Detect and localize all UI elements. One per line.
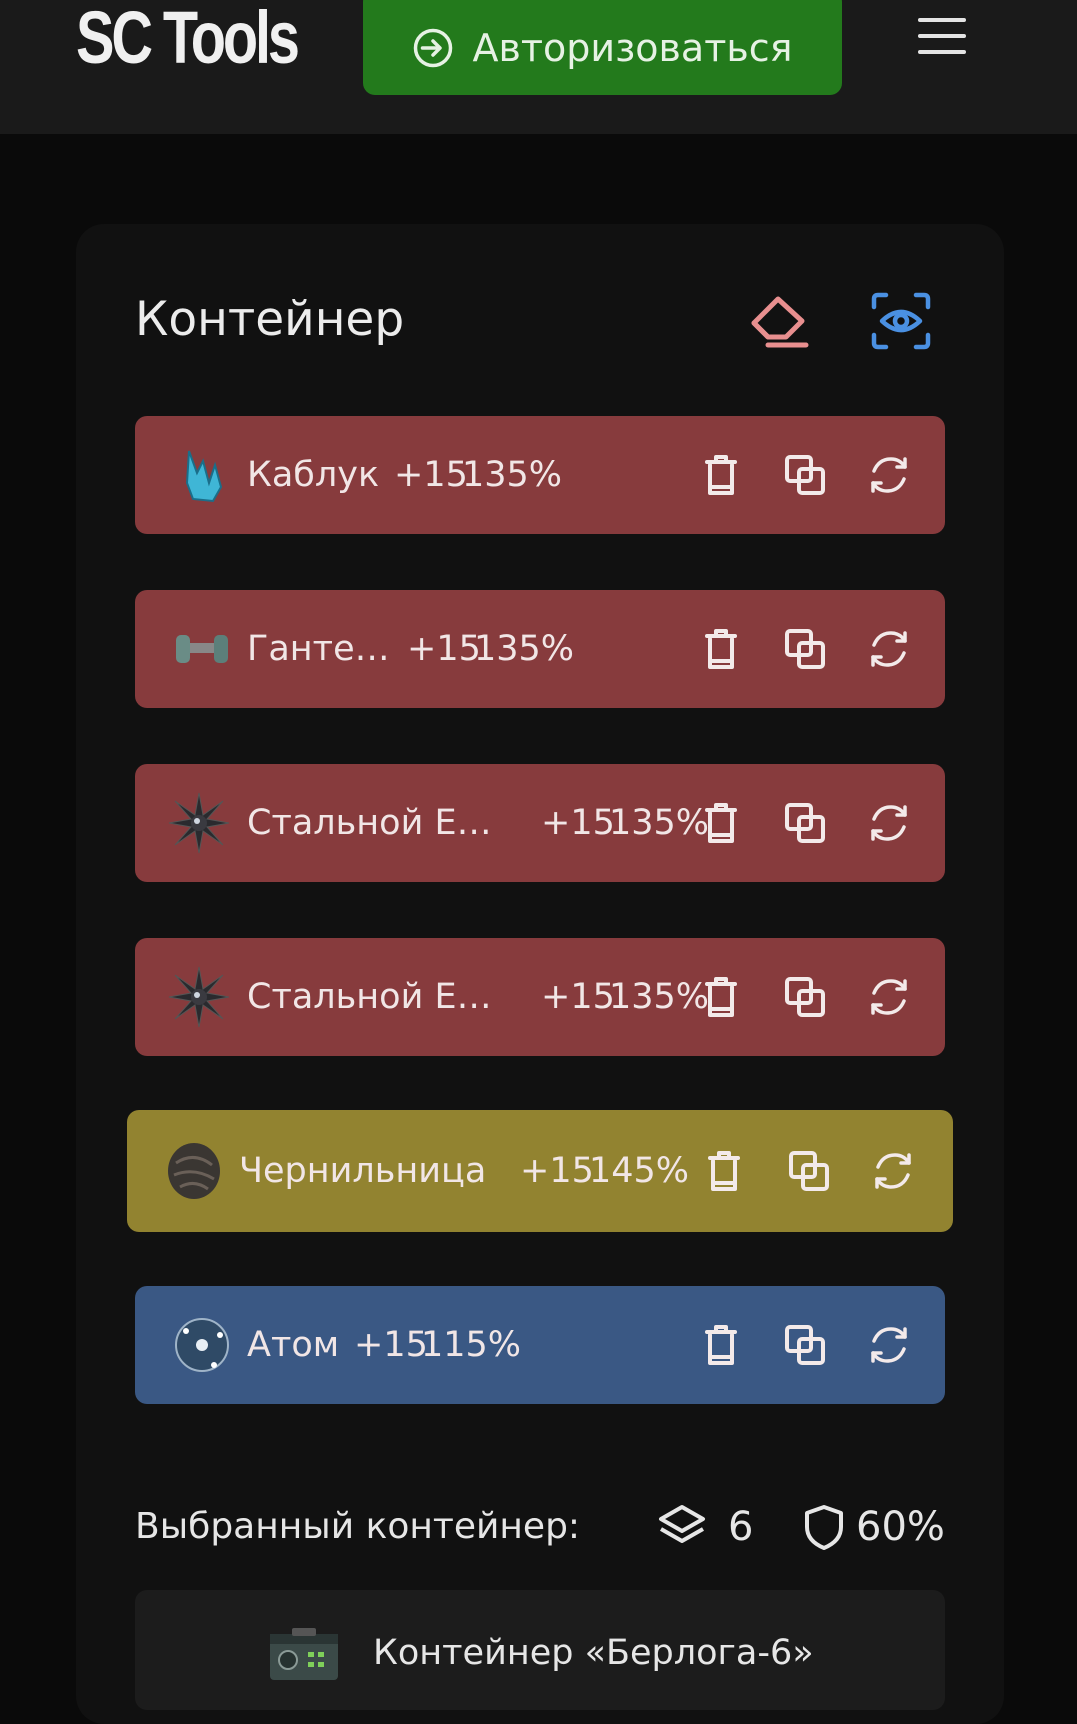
artifact-percent: 115% bbox=[421, 1325, 522, 1365]
artifact-thumbnail bbox=[167, 965, 231, 1029]
artifact-thumbnail bbox=[170, 1313, 234, 1377]
artifact-level: +15 bbox=[541, 803, 615, 843]
copy-icon bbox=[785, 629, 825, 669]
artifact-row[interactable]: Каблук +15 135% bbox=[135, 416, 945, 534]
copy-icon bbox=[785, 803, 825, 843]
artifact-row[interactable]: Атом +15 115% bbox=[135, 1286, 945, 1404]
container-image bbox=[270, 1628, 338, 1680]
artifact-percent: 135% bbox=[474, 629, 575, 669]
artifact-percent: 135% bbox=[609, 977, 710, 1017]
artifact-level: +15 bbox=[407, 629, 481, 669]
trash-icon bbox=[708, 1151, 740, 1191]
refresh-icon bbox=[871, 805, 907, 841]
trash-icon bbox=[705, 977, 737, 1017]
panel-title: Контейнер bbox=[135, 292, 405, 347]
artifact-percent: 135% bbox=[462, 455, 563, 495]
artifact-percent: 135% bbox=[609, 803, 710, 843]
delete-button[interactable] bbox=[699, 453, 743, 497]
replace-button[interactable] bbox=[867, 627, 911, 671]
artifact-level: +15 bbox=[541, 977, 615, 1017]
artifact-row[interactable]: Гантель +15 135% bbox=[135, 590, 945, 708]
replace-button[interactable] bbox=[867, 453, 911, 497]
replace-button[interactable] bbox=[867, 801, 911, 845]
refresh-icon bbox=[871, 979, 907, 1015]
artifact-percent: 145% bbox=[589, 1151, 690, 1191]
duplicate-button[interactable] bbox=[787, 1149, 831, 1193]
duplicate-button[interactable] bbox=[783, 975, 827, 1019]
duplicate-button[interactable] bbox=[783, 627, 827, 671]
replace-button[interactable] bbox=[867, 1323, 911, 1367]
site-logo[interactable]: SC Tools bbox=[76, 0, 300, 76]
duplicate-button[interactable] bbox=[783, 1323, 827, 1367]
duplicate-button[interactable] bbox=[783, 801, 827, 845]
eye-scan-icon bbox=[871, 292, 931, 350]
replace-button[interactable] bbox=[871, 1149, 915, 1193]
login-label: Авторизоваться bbox=[472, 25, 793, 70]
layers-icon bbox=[659, 1505, 705, 1543]
clear-button[interactable] bbox=[748, 291, 812, 351]
artifact-thumbnail bbox=[167, 791, 231, 855]
protection-value: 60% bbox=[856, 1504, 945, 1550]
delete-button[interactable] bbox=[699, 801, 743, 845]
menu-burger-icon[interactable] bbox=[918, 16, 970, 56]
artifact-name: Чернильница bbox=[239, 1151, 487, 1191]
artifact-row[interactable]: Стальной Еж... +15 135% bbox=[135, 764, 945, 882]
artifact-name: Гантель bbox=[247, 629, 397, 669]
login-icon bbox=[414, 28, 453, 67]
copy-icon bbox=[785, 455, 825, 495]
refresh-icon bbox=[875, 1153, 911, 1189]
artifact-thumbnail bbox=[175, 443, 239, 507]
eraser-icon bbox=[751, 296, 809, 348]
artifact-name: Стальной Еж... bbox=[247, 977, 517, 1017]
trash-icon bbox=[705, 455, 737, 495]
artifact-thumbnail bbox=[162, 1139, 226, 1203]
artifact-level: +15 bbox=[394, 455, 468, 495]
artifact-level: +15 bbox=[520, 1151, 594, 1191]
refresh-icon bbox=[871, 457, 907, 493]
slots-count: 6 bbox=[728, 1504, 754, 1550]
selected-container-label: Выбранный контейнер: bbox=[135, 1506, 581, 1547]
trash-icon bbox=[705, 803, 737, 843]
copy-icon bbox=[785, 1325, 825, 1365]
replace-button[interactable] bbox=[867, 975, 911, 1019]
artifact-row[interactable]: Чернильница +15 145% bbox=[127, 1110, 953, 1232]
artifact-row[interactable]: Стальной Еж... +15 135% bbox=[135, 938, 945, 1056]
copy-icon bbox=[785, 977, 825, 1017]
top-header: SC Tools Авторизоваться bbox=[0, 0, 1077, 134]
trash-icon bbox=[705, 629, 737, 669]
trash-icon bbox=[705, 1325, 737, 1365]
duplicate-button[interactable] bbox=[783, 453, 827, 497]
refresh-icon bbox=[871, 631, 907, 667]
refresh-icon bbox=[871, 1327, 907, 1363]
view-button[interactable] bbox=[870, 291, 932, 351]
delete-button[interactable] bbox=[702, 1149, 746, 1193]
copy-icon bbox=[789, 1151, 829, 1191]
delete-button[interactable] bbox=[699, 627, 743, 671]
shield-icon bbox=[805, 1505, 843, 1550]
login-button[interactable]: Авторизоваться bbox=[363, 0, 842, 95]
delete-button[interactable] bbox=[699, 975, 743, 1019]
selected-container-name: Контейнер «Берлога-6» bbox=[373, 1633, 814, 1673]
artifact-level: +15 bbox=[354, 1325, 428, 1365]
delete-button[interactable] bbox=[699, 1323, 743, 1367]
artifact-thumbnail bbox=[170, 617, 234, 681]
artifact-name: Атом bbox=[247, 1325, 340, 1365]
artifact-name: Каблук bbox=[247, 455, 380, 495]
artifact-name: Стальной Еж... bbox=[247, 803, 517, 843]
